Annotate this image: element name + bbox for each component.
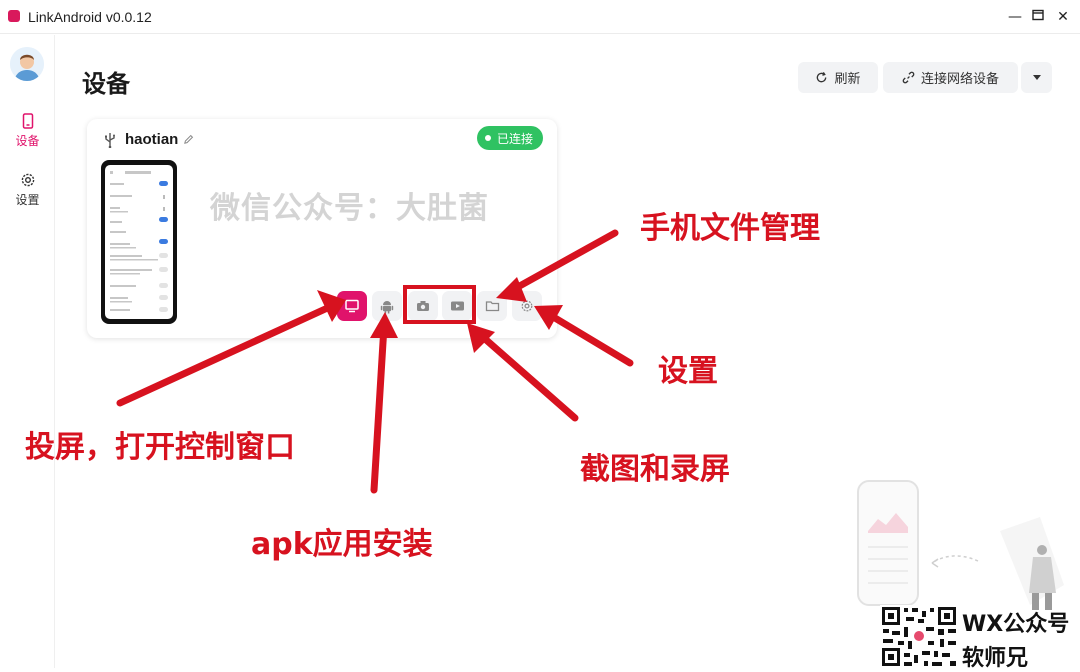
camera-icon <box>417 301 429 311</box>
qr-code-image <box>880 605 958 668</box>
more-options-dropdown[interactable] <box>1021 62 1052 93</box>
connect-network-device-button[interactable]: 连接网络设备 <box>883 62 1018 93</box>
app-logo-icon <box>8 10 20 22</box>
android-icon <box>380 301 394 314</box>
wx-badge-line2: 软师兄 <box>962 646 1029 671</box>
screen-record-button[interactable] <box>442 291 472 321</box>
annotation-screenshot-record: 截图和录屏 <box>580 452 730 487</box>
refresh-button[interactable]: 刷新 <box>798 62 878 93</box>
sidebar-item-label: 设置 <box>15 193 40 207</box>
sidebar: 设备 设置 <box>0 35 55 668</box>
phone-icon <box>22 113 33 129</box>
sidebar-item-label: 设备 <box>15 134 40 148</box>
apk-install-button[interactable] <box>372 291 402 321</box>
annotation-mirror: 投屏，打开控制窗口 <box>25 430 295 465</box>
annotation-file-manager: 手机文件管理 <box>640 211 820 246</box>
sidebar-item-devices[interactable]: 设备 <box>0 113 55 149</box>
minimize-button[interactable]: — <box>1006 8 1024 26</box>
status-text: 已连接 <box>496 131 533 146</box>
maximize-icon <box>1032 9 1044 21</box>
device-screen-preview <box>105 165 173 319</box>
usb-icon <box>105 133 115 148</box>
refresh-label: 刷新 <box>834 71 861 86</box>
annotation-apk-install: apk应用安装 <box>251 527 433 562</box>
avatar-image <box>10 47 44 81</box>
page-title: 设备 <box>82 71 130 98</box>
sidebar-item-settings[interactable]: 设置 <box>0 172 55 208</box>
window-title: LinkAndroid v0.0.12 <box>28 9 152 25</box>
screen-mirror-icon <box>345 299 359 313</box>
link-icon <box>902 71 915 84</box>
device-screen-content <box>110 171 168 312</box>
screen-mirror-button[interactable] <box>337 291 367 321</box>
status-badge: 已连接 <box>476 126 543 150</box>
wx-badge-line1: WX公众号 <box>962 612 1070 637</box>
caret-down-icon <box>1032 74 1041 80</box>
screenshot-button[interactable] <box>408 291 438 321</box>
avatar[interactable] <box>10 47 44 81</box>
file-manager-button[interactable] <box>477 291 507 321</box>
arrow-settings <box>541 308 634 367</box>
gear-icon <box>521 300 533 312</box>
arrow-screenshot <box>472 327 579 422</box>
edit-icon[interactable] <box>183 134 194 145</box>
folder-icon <box>485 301 499 312</box>
arrow-apk <box>370 322 388 494</box>
close-button[interactable]: ✕ <box>1054 8 1072 26</box>
refresh-icon <box>817 72 827 83</box>
gear-icon <box>21 173 34 187</box>
status-dot <box>484 135 491 141</box>
watermark-text: 微信公众号：大肚菌 <box>210 191 489 226</box>
record-icon <box>450 301 464 311</box>
device-settings-button[interactable] <box>512 291 542 321</box>
connect-network-label: 连接网络设备 <box>920 71 999 86</box>
annotation-settings: 设置 <box>658 354 718 389</box>
device-name: haotian <box>125 131 179 148</box>
device-preview[interactable] <box>101 160 177 324</box>
maximize-button[interactable] <box>1029 8 1047 26</box>
empty-state-illustration <box>857 480 1064 610</box>
title-bar: LinkAndroid v0.0.12 — ✕ <box>0 0 1080 34</box>
